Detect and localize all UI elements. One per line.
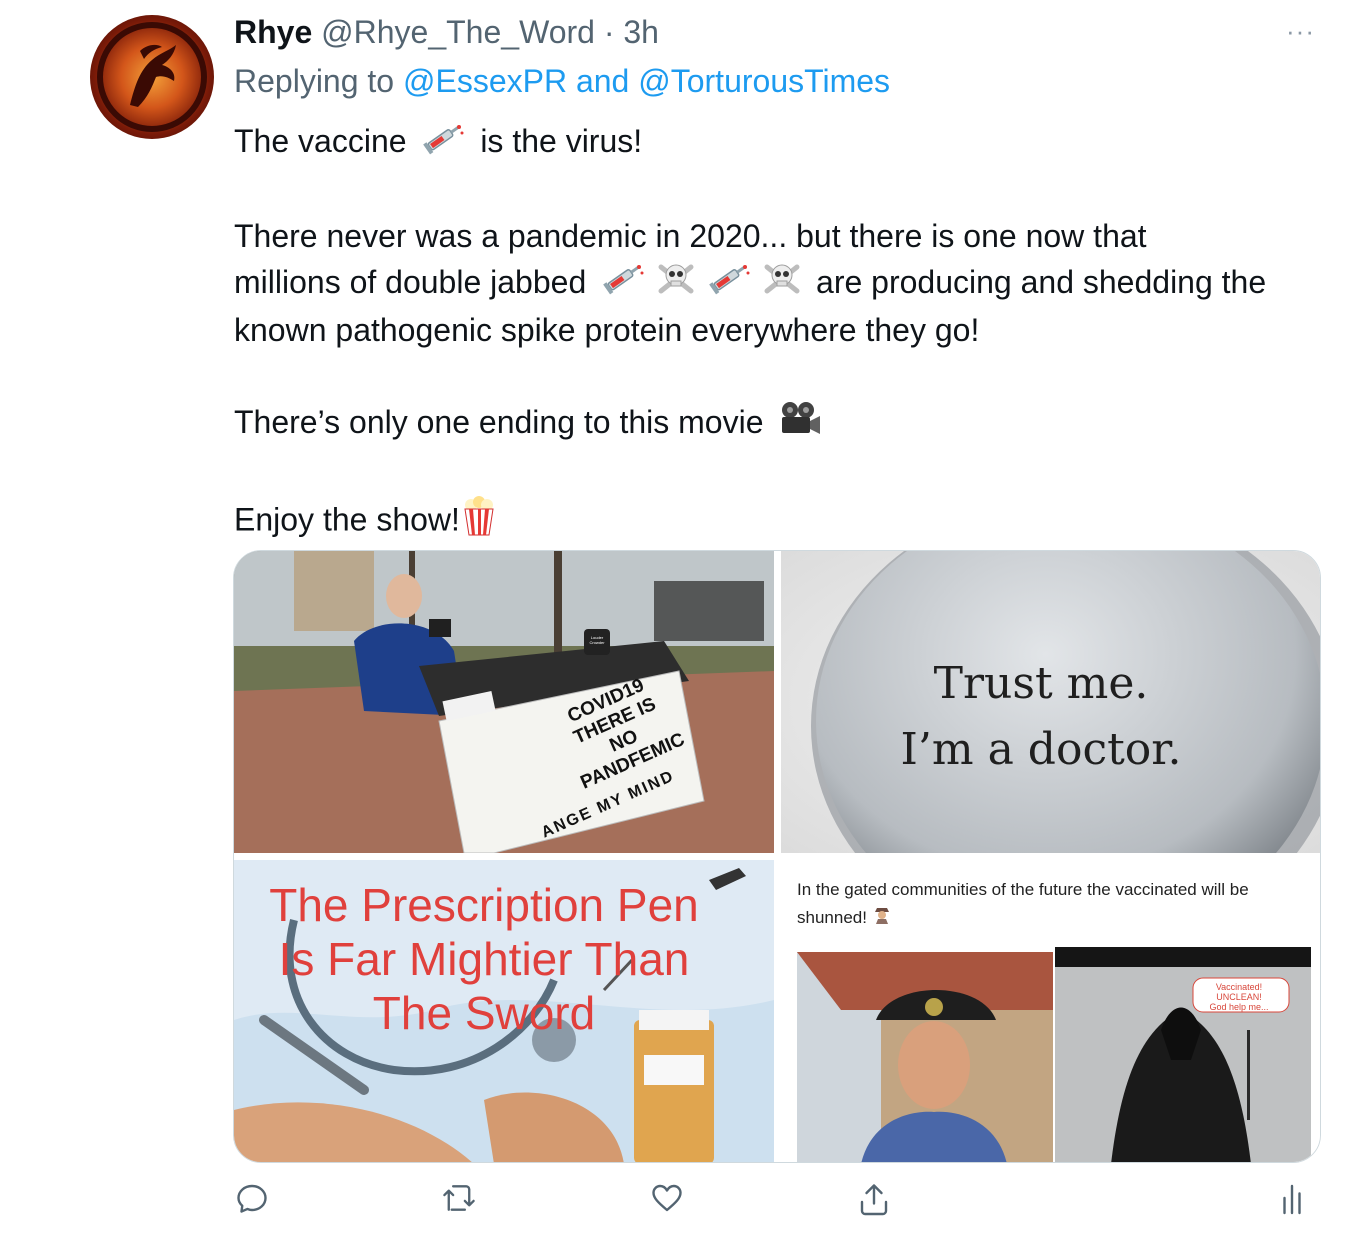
skull-crossbones-icon xyxy=(763,261,801,307)
timestamp[interactable]: 3h xyxy=(623,14,659,50)
pen-title: The Prescription Pen Is Far Mightier Tha… xyxy=(234,878,734,1040)
text-paragraph-4: Enjoy the show! xyxy=(234,495,1324,548)
media-grid[interactable]: COVID19 THERE IS NO PANDFEMIC ANGE MY MI… xyxy=(233,550,1321,1163)
analytics-icon xyxy=(1283,1184,1301,1215)
skull-crossbones-icon xyxy=(657,261,695,307)
text-segment: millions of double jabbed xyxy=(234,263,587,300)
pen-title-line: Is Far Mightier Than xyxy=(278,933,690,985)
mention-torturoustimes[interactable]: @TorturousTimes xyxy=(638,63,890,99)
image-prescription-pen[interactable]: The Prescription Pen Is Far Mightier Tha… xyxy=(234,860,774,1162)
syringe-icon xyxy=(421,121,465,167)
avatar[interactable] xyxy=(90,15,214,139)
speech-line: UNCLEAN! xyxy=(1216,992,1262,1002)
author-name[interactable]: Rhye xyxy=(234,14,312,50)
like-button[interactable] xyxy=(648,1180,686,1221)
tweet-text: The vaccine is the virus! There never wa… xyxy=(234,118,1324,594)
text-segment: There’s only one ending to this movie xyxy=(234,404,764,441)
reply-and[interactable]: and xyxy=(576,63,629,99)
image-trust-me-badge[interactable]: Trust me. I’m a doctor. xyxy=(781,551,1320,853)
text-paragraph-1: The vaccine is the virus! xyxy=(234,118,1324,167)
like-icon xyxy=(652,1184,682,1212)
text-paragraph-2: There never was a pandemic in 2020... bu… xyxy=(234,213,1324,354)
share-icon xyxy=(860,1184,888,1216)
movie-camera-icon xyxy=(778,400,822,450)
tweet-header: Rhye @Rhye_The_Word · 3h xyxy=(234,12,659,52)
pen-title-line: The Sword xyxy=(372,987,596,1039)
reply-button[interactable] xyxy=(234,1180,270,1221)
text-segment: Enjoy the show! xyxy=(234,501,460,538)
share-button[interactable] xyxy=(856,1180,892,1223)
text-line: known pathogenic spike protein everywher… xyxy=(234,312,980,349)
separator-dot: · xyxy=(603,14,615,50)
tweet-actions xyxy=(0,1180,1361,1230)
retweet-icon xyxy=(443,1185,475,1211)
image-gated-communities[interactable]: In the gated communities of the future t… xyxy=(781,860,1320,1162)
reply-prefix: Replying to xyxy=(234,63,395,99)
syringe-icon xyxy=(707,261,751,307)
syringe-icon xyxy=(601,261,645,307)
analytics-button[interactable] xyxy=(1280,1180,1304,1221)
text-line: millions of double jabbed are producing … xyxy=(234,259,1324,308)
badge-line: I’m a doctor. xyxy=(900,724,1182,775)
pen-title-line: The Prescription Pen xyxy=(269,879,699,931)
more-icon: ··· xyxy=(1286,16,1315,46)
retweet-button[interactable] xyxy=(440,1180,478,1221)
text-paragraph-3: There’s only one ending to this movie xyxy=(234,399,1324,450)
author-handle[interactable]: @Rhye_The_Word xyxy=(321,14,595,50)
mention-essexpr[interactable]: @EssexPR xyxy=(403,63,567,99)
text-segment: is the virus! xyxy=(480,123,643,159)
popcorn-icon xyxy=(462,495,496,548)
text-line: There never was a pandemic in 2020... bu… xyxy=(234,217,1147,254)
badge-line: Trust me. xyxy=(933,658,1149,709)
text-segment: are producing and shedding the xyxy=(816,263,1267,300)
badge-text: Trust me. I’m a doctor. xyxy=(871,651,1211,783)
more-options-button[interactable]: ··· xyxy=(1286,16,1315,47)
vaccinated-speech: Vaccinated! UNCLEAN! God help me... xyxy=(1193,982,1285,1012)
reply-icon xyxy=(237,1184,267,1213)
replying-to: Replying to @EssexPR and @TorturousTimes xyxy=(234,60,890,102)
image-change-my-mind[interactable]: COVID19 THERE IS NO PANDFEMIC ANGE MY MI… xyxy=(234,551,774,853)
horse-logo-icon xyxy=(97,22,207,132)
mug-text: Louder Crowder xyxy=(589,635,605,645)
speech-line: God help me... xyxy=(1209,1002,1269,1012)
text-segment: The vaccine xyxy=(234,123,407,159)
speech-line: Vaccinated! xyxy=(1215,982,1263,992)
